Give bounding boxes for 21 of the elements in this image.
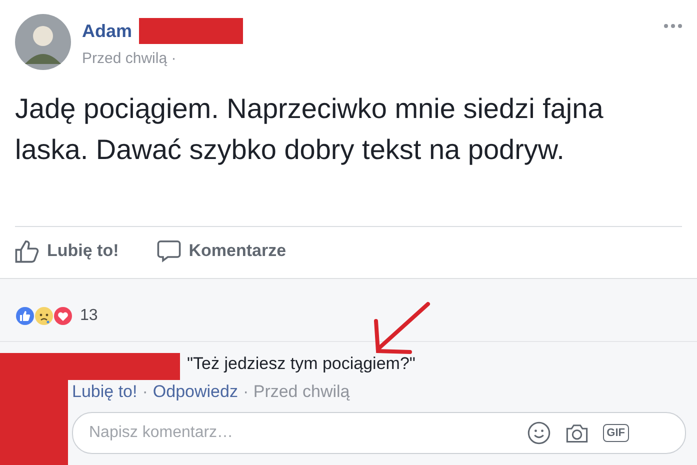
separator-dot: · [142,382,148,402]
speech-bubble-icon [156,239,181,263]
comment-input-field[interactable]: Napisz komentarz… GIF [72,412,686,454]
sad-reaction-icon [34,306,54,326]
avatar-icon[interactable] [15,14,71,70]
reply-link[interactable]: Odpowiedz [152,382,238,402]
comment-text: "Też jedziesz tym pociągiem?" [187,354,416,374]
emoji-icon[interactable] [526,421,551,445]
post-text: Jadę pociągiem. Naprzeciwko mnie siedzi fajna laska. Dawać szybko dobry tekst na podryw. [15,88,682,227]
post-time: Przed chwilą · [82,50,178,67]
thumbs-up-icon [15,239,39,263]
like-reaction-icon [15,306,35,326]
heart-reaction-icon [53,306,73,326]
comment-button[interactable]: Komentarze [156,239,286,263]
author-name[interactable]: Adam [82,20,132,42]
like-button[interactable]: Lubię to! [15,239,119,263]
comment-time: · Przed chwilą [242,382,350,402]
reaction-count[interactable]: 13 [80,307,98,325]
more-icon[interactable] [664,24,682,28]
gif-button[interactable]: GIF [602,424,629,442]
like-link[interactable]: Lubię to! [72,382,138,402]
